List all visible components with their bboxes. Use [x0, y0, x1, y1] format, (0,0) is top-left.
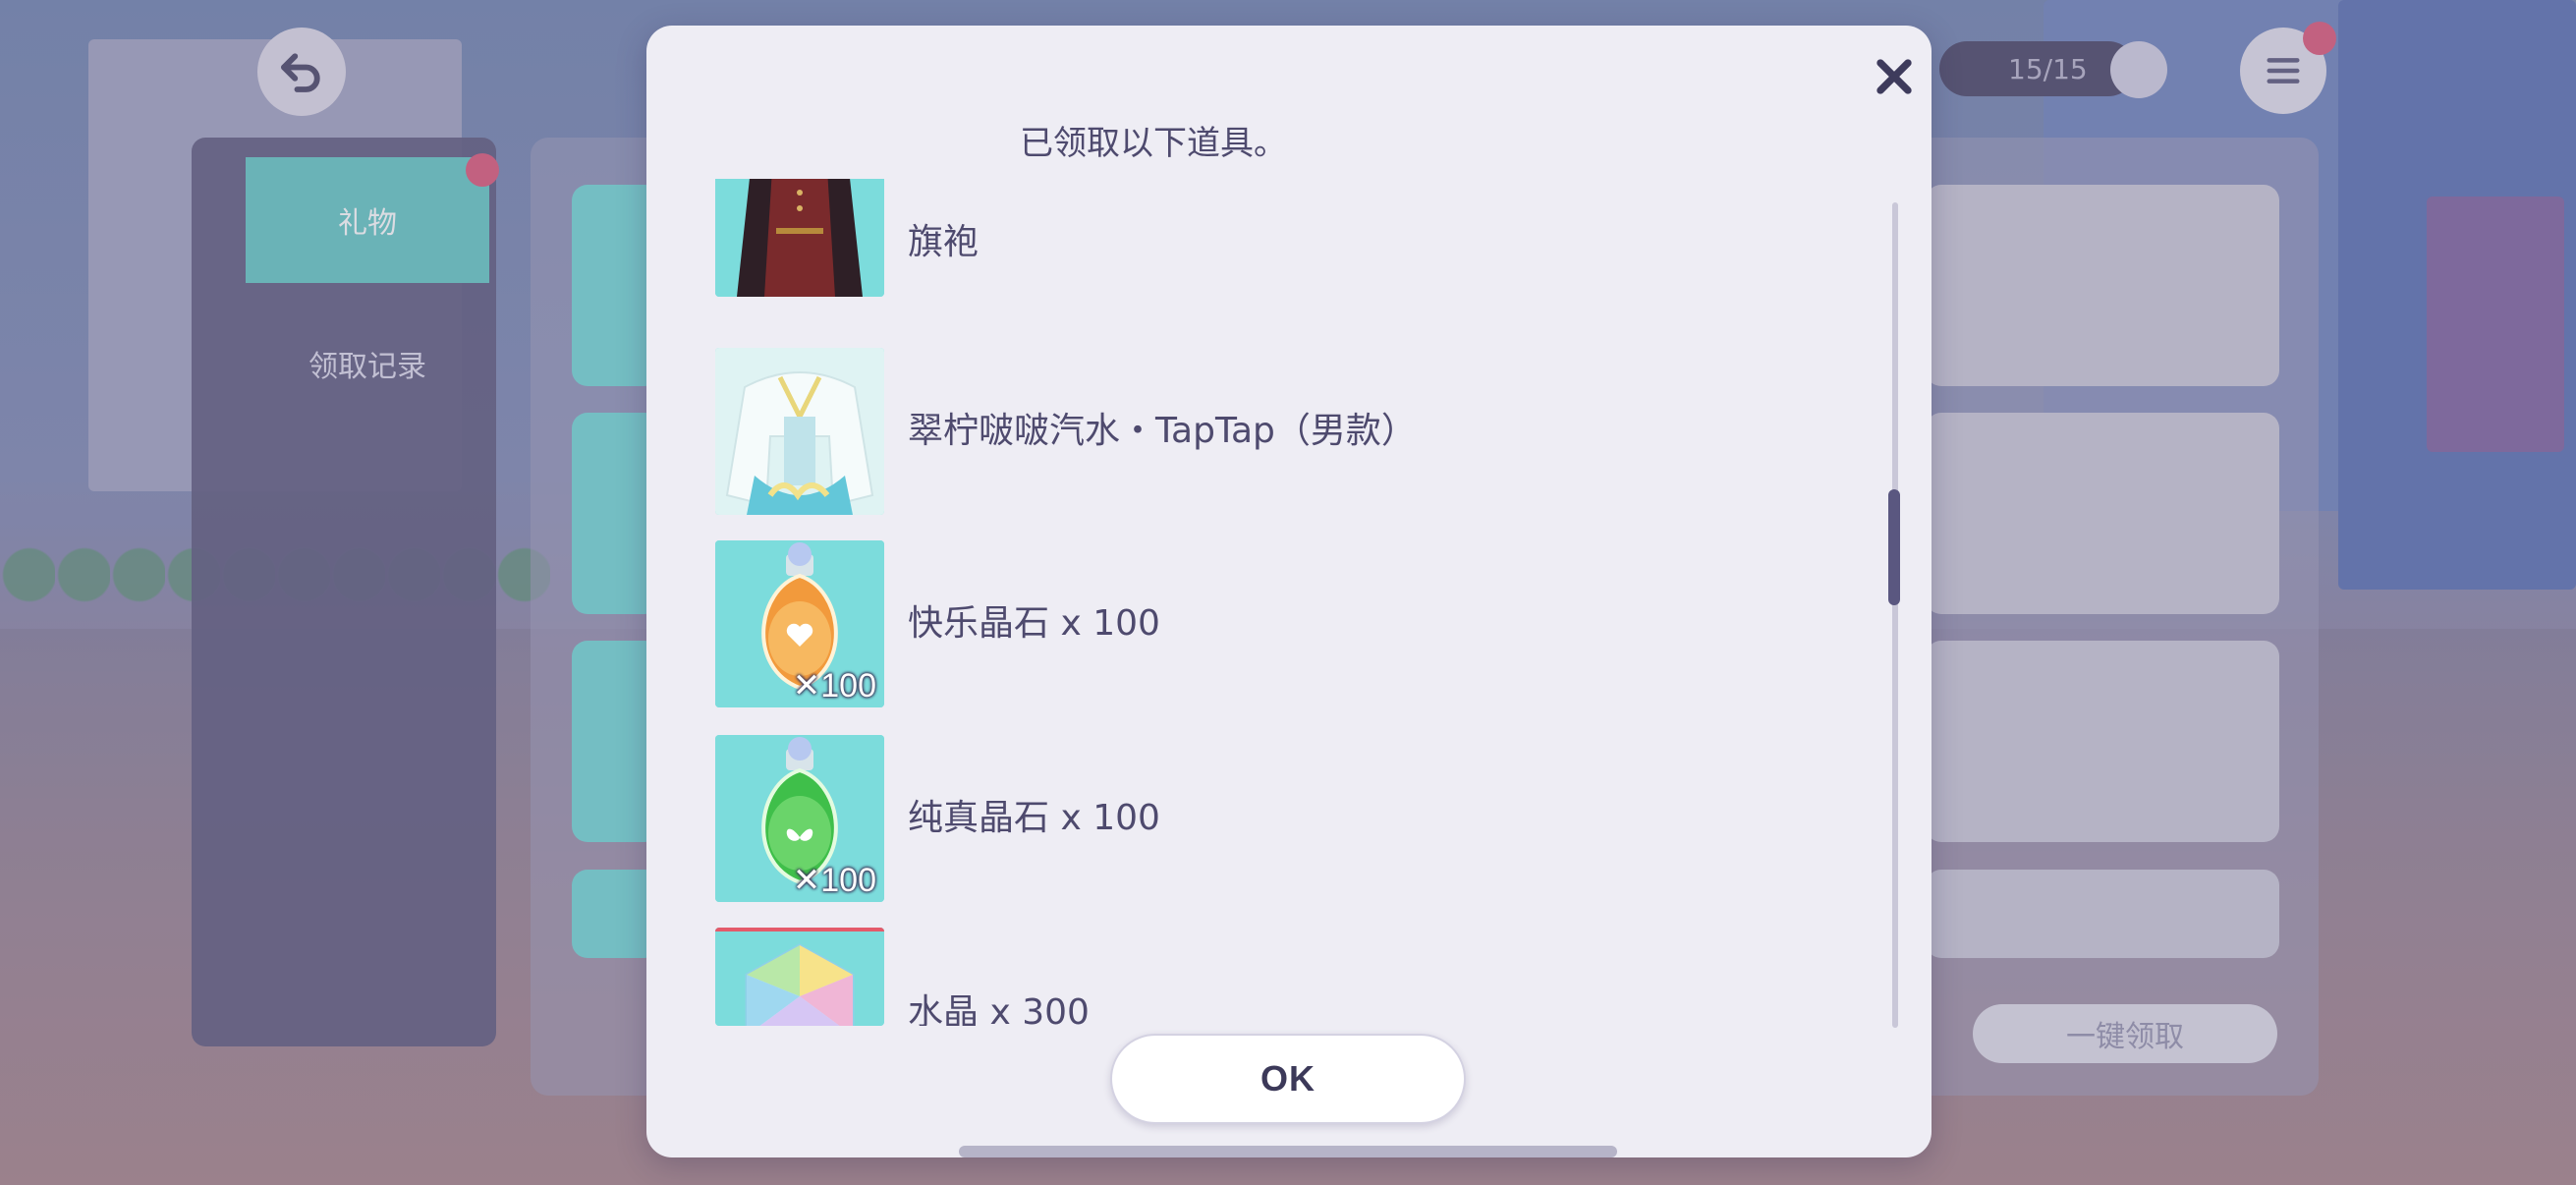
list-item: ✕100 纯真晶石 x 100 [715, 735, 1796, 902]
claimed-items-list[interactable]: 旗袍 翠柠啵啵汽水・TapTap（男款） ✕100 快乐晶石 x 100 ✕10… [715, 179, 1796, 1026]
list-item: ✕100 快乐晶石 x 100 [715, 540, 1796, 707]
ok-button[interactable]: OK [1110, 1034, 1466, 1124]
item-name: 翠柠啵啵汽水・TapTap（男款） [908, 411, 1417, 451]
dialog-title: 已领取以下道具。 [1020, 124, 1287, 163]
orange-crystal-bottle-icon: ✕100 [715, 540, 884, 707]
qipao-outfit-icon [715, 179, 884, 297]
close-button[interactable] [1861, 43, 1928, 110]
soda-outfit-icon [715, 348, 884, 515]
item-name: 旗袍 [908, 222, 980, 262]
home-indicator[interactable] [959, 1146, 1617, 1157]
green-crystal-bottle-icon: ✕100 [715, 735, 884, 902]
claimed-items-dialog: 已领取以下道具。 旗袍 翠柠啵啵汽水・TapTap（男款） ✕100 快乐晶石 … [646, 26, 1932, 1157]
quantity-badge: ✕100 [792, 667, 876, 705]
quantity-badge: ✕100 [792, 862, 876, 899]
item-name: 快乐晶石 x 100 [908, 603, 1160, 644]
scrollbar-thumb[interactable] [1888, 489, 1900, 605]
list-item: 水晶 x 300 [715, 928, 1796, 1026]
rainbow-crystal-icon [715, 928, 884, 1026]
close-icon [1876, 59, 1912, 94]
item-name: 水晶 x 300 [908, 992, 1090, 1026]
list-item: 旗袍 [715, 179, 1796, 297]
item-name: 纯真晶石 x 100 [908, 798, 1160, 838]
scrollbar-track[interactable] [1892, 202, 1898, 1028]
list-item: 翠柠啵啵汽水・TapTap（男款） [715, 348, 1796, 515]
